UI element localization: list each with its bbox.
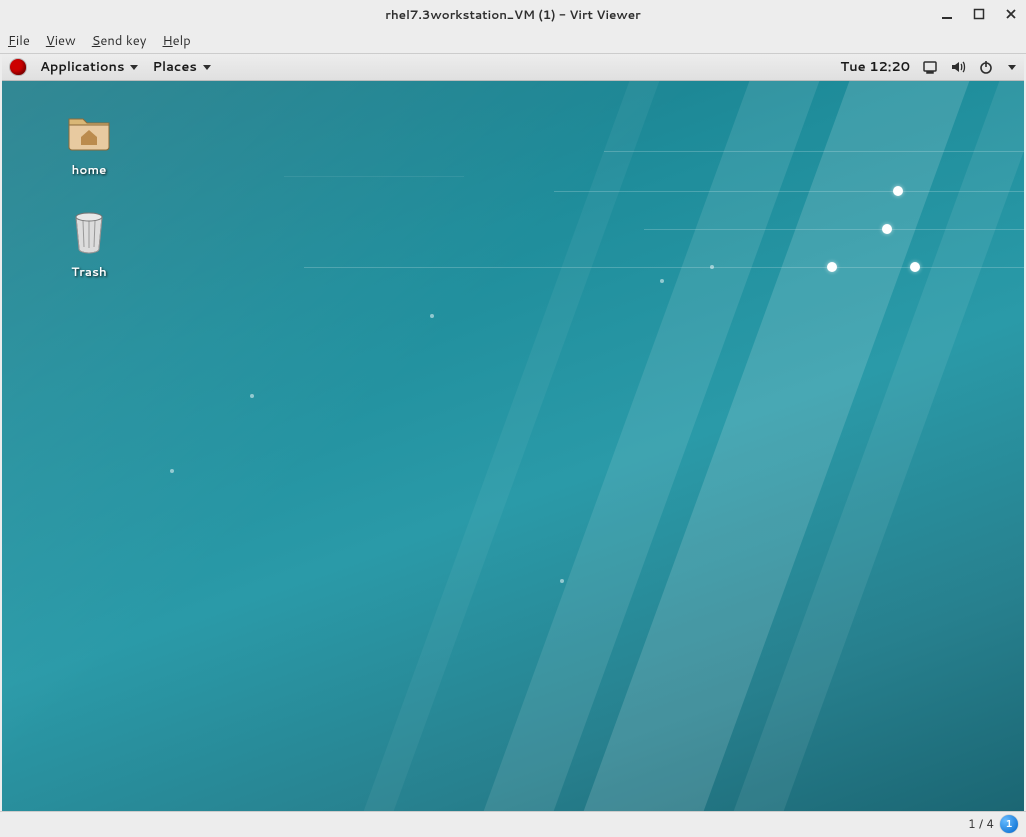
gnome-panel: Applications Places Tue 12:20 bbox=[2, 54, 1024, 81]
wallpaper-decor bbox=[893, 186, 903, 196]
statusbar: 1 / 4 1 bbox=[0, 811, 1026, 835]
wallpaper-decor bbox=[284, 176, 464, 177]
places-menu[interactable]: Places bbox=[152, 58, 210, 76]
app-menubar: File View Send key Help bbox=[0, 28, 1026, 54]
wallpaper-decor bbox=[710, 265, 714, 269]
chevron-down-icon bbox=[203, 65, 211, 70]
redhat-icon bbox=[10, 59, 26, 75]
applications-menu[interactable]: Applications bbox=[40, 58, 138, 76]
desktop[interactable]: home Trash bbox=[2, 81, 1024, 811]
folder-home-icon bbox=[65, 109, 113, 153]
wallpaper-decor bbox=[250, 394, 254, 398]
maximize-button[interactable] bbox=[972, 7, 986, 21]
desktop-icon-home[interactable]: home bbox=[44, 109, 134, 178]
wallpaper-decor bbox=[660, 279, 664, 283]
volume-icon[interactable] bbox=[950, 59, 966, 75]
display-count: 1 / 4 bbox=[968, 815, 994, 832]
menu-help[interactable]: Help bbox=[163, 32, 191, 50]
desktop-icon-trash[interactable]: Trash bbox=[44, 207, 134, 280]
desktop-icon-label: home bbox=[44, 161, 134, 178]
window-controls bbox=[940, 7, 1018, 21]
wallpaper-decor bbox=[644, 229, 1024, 230]
wallpaper-decor bbox=[554, 191, 1024, 192]
wallpaper-decor bbox=[170, 469, 174, 473]
wallpaper-decor bbox=[882, 224, 892, 234]
titlebar[interactable]: rhel7.3workstation_VM (1) - Virt Viewer bbox=[0, 0, 1026, 28]
minimize-button[interactable] bbox=[940, 7, 954, 21]
wallpaper-decor bbox=[827, 262, 837, 272]
wallpaper-decor bbox=[430, 314, 434, 318]
applications-label: Applications bbox=[40, 58, 124, 76]
trash-icon bbox=[65, 207, 113, 255]
current-display-badge[interactable]: 1 bbox=[1000, 815, 1018, 833]
menu-file[interactable]: File bbox=[8, 32, 30, 50]
menu-view[interactable]: View bbox=[46, 32, 76, 50]
desktop-icon-label: Trash bbox=[44, 263, 134, 280]
accessibility-icon[interactable] bbox=[922, 59, 938, 75]
clock[interactable]: Tue 12:20 bbox=[840, 58, 910, 76]
menu-sendkey[interactable]: Send key bbox=[92, 32, 147, 50]
close-button[interactable] bbox=[1004, 7, 1018, 21]
chevron-down-icon bbox=[1008, 65, 1016, 70]
chevron-down-icon bbox=[130, 65, 138, 70]
window-title: rhel7.3workstation_VM (1) - Virt Viewer bbox=[385, 6, 640, 23]
wallpaper-decor bbox=[604, 151, 1024, 152]
wallpaper-decor bbox=[560, 579, 564, 583]
wallpaper-decor bbox=[910, 262, 920, 272]
places-label: Places bbox=[152, 58, 196, 76]
guest-display: Applications Places Tue 12:20 bbox=[2, 54, 1024, 811]
power-icon[interactable] bbox=[978, 59, 994, 75]
